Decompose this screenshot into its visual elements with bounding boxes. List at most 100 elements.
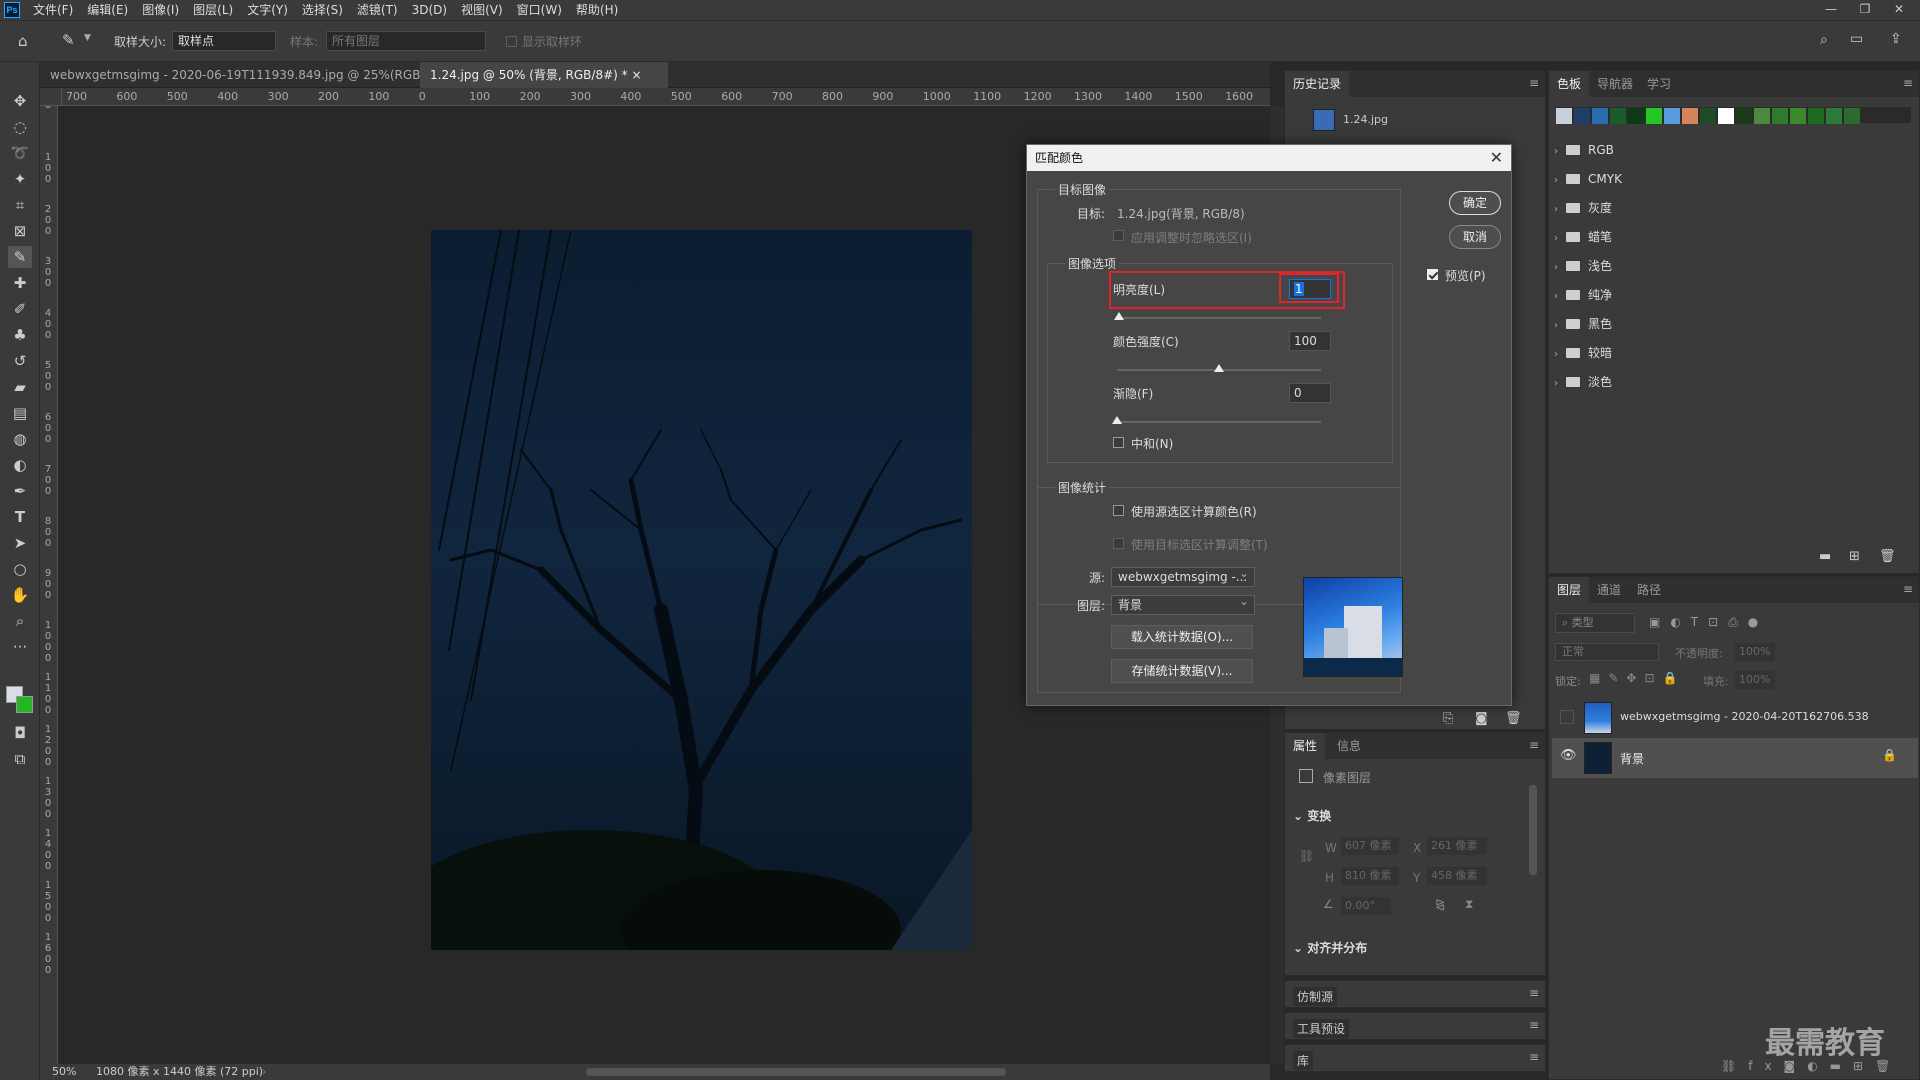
fill-field[interactable]: 100% <box>1735 671 1775 689</box>
color-swatch[interactable] <box>1736 108 1752 124</box>
panel-menu-icon[interactable]: ≡ <box>1529 76 1539 90</box>
tab-swatches[interactable]: 色板 <box>1549 71 1590 97</box>
brush-tool-icon[interactable]: ✐ <box>8 298 32 320</box>
layer-name[interactable]: webwxgetmsgimg - 2020-04-20T162706.538 <box>1620 710 1869 723</box>
chevron-right-icon[interactable]: › <box>1554 262 1558 273</box>
layer-filter-icons[interactable]: ▣◐T⊡⎙● <box>1649 615 1768 630</box>
chevron-right-icon[interactable]: › <box>262 1064 266 1080</box>
zoom-level[interactable]: 50% <box>52 1064 76 1080</box>
type-tool-icon[interactable]: T <box>8 506 32 528</box>
hand-tool-icon[interactable]: ✋ <box>8 584 32 606</box>
menu-item[interactable]: 视图(V) <box>454 0 510 20</box>
color-swatch[interactable] <box>1718 108 1734 124</box>
color-swatch[interactable] <box>1646 108 1662 124</box>
ignore-selection-checkbox[interactable] <box>1113 230 1124 241</box>
color-swatch[interactable] <box>1574 108 1590 124</box>
color-swatch[interactable] <box>1682 108 1698 124</box>
color-swatch[interactable] <box>1556 108 1572 124</box>
document-info[interactable]: 1080 像素 x 1440 像素 (72 ppi) <box>96 1064 263 1080</box>
fade-slider-thumb[interactable] <box>1112 416 1122 424</box>
menu-item[interactable]: 滤镜(T) <box>350 0 405 20</box>
screen-mode-icon[interactable]: ⧉ <box>8 748 32 770</box>
healing-tool-icon[interactable]: ✚ <box>8 272 32 294</box>
layer-row[interactable]: webwxgetmsgimg - 2020-04-20T162706.538 <box>1552 698 1918 738</box>
layer-name[interactable]: 背景 <box>1620 750 1644 767</box>
menu-item[interactable]: 选择(S) <box>295 0 350 20</box>
color-swatch[interactable] <box>1700 108 1716 124</box>
crop-tool-icon[interactable]: ⌗ <box>8 194 32 216</box>
color-swatch[interactable] <box>1592 108 1608 124</box>
close-icon[interactable]: ✕ <box>1490 145 1503 171</box>
path-select-tool-icon[interactable]: ➤ <box>8 532 32 554</box>
swatch-folder[interactable]: › 蜡笔 <box>1554 224 1612 250</box>
panel-menu-icon[interactable]: ≡ <box>1903 582 1913 596</box>
chevron-down-icon[interactable]: ▼ <box>84 33 91 43</box>
tool-presets-panel[interactable]: 工具预设 ≡ <box>1284 1012 1546 1040</box>
chevron-right-icon[interactable]: › <box>1554 320 1558 331</box>
tab-navigator[interactable]: 导航器 <box>1589 71 1641 97</box>
swatch-folder[interactable]: › CMYK <box>1554 166 1622 192</box>
document-image[interactable] <box>431 230 972 950</box>
swatch-folder[interactable]: › RGB <box>1554 137 1614 163</box>
gradient-tool-icon[interactable]: ▤ <box>8 402 32 424</box>
panel-menu-icon[interactable]: ≡ <box>1529 1050 1539 1064</box>
save-statistics-button[interactable]: 存储统计数据(V)... <box>1111 659 1253 683</box>
eyedropper-tool-icon[interactable]: ✎ <box>8 246 32 268</box>
menu-item[interactable]: 图层(L) <box>186 0 240 20</box>
layer-filter-select[interactable]: ⌕ 类型 <box>1555 613 1635 633</box>
color-swatch[interactable] <box>1610 108 1626 124</box>
fade-input[interactable]: 0 <box>1289 383 1331 403</box>
source-select[interactable]: webwxgetmsgimg -... <box>1111 564 1255 587</box>
background-color-swatch[interactable] <box>16 696 33 713</box>
use-source-selection-checkbox[interactable] <box>1113 505 1124 516</box>
link-icon[interactable]: ⛓ <box>1299 849 1314 863</box>
intensity-slider-thumb[interactable] <box>1214 364 1224 372</box>
layer-row-selected[interactable]: 👁 背景 🔒 <box>1552 738 1918 778</box>
new-document-icon[interactable]: ⎘ <box>1443 711 1453 726</box>
move-tool-icon[interactable]: ✥ <box>8 90 32 112</box>
chevron-right-icon[interactable]: › <box>1554 146 1558 157</box>
frame-tool-icon[interactable]: ⊠ <box>8 220 32 242</box>
luminance-slider-thumb[interactable] <box>1114 312 1125 320</box>
trash-icon[interactable]: 🗑 <box>1879 549 1896 564</box>
swatch-folder[interactable]: › 纯净 <box>1554 282 1612 308</box>
x-field[interactable]: 261 像素 <box>1427 837 1487 855</box>
flip-vertical-icon[interactable]: ⧗ <box>1465 897 1473 912</box>
sample-size-select[interactable]: 取样点 <box>172 31 276 51</box>
clone-source-panel[interactable]: 仿制源 ≡ <box>1284 980 1546 1008</box>
panel-menu-icon[interactable]: ≡ <box>1529 986 1539 1000</box>
align-section[interactable]: ⌄ 对齐并分布 <box>1293 939 1367 956</box>
new-group-icon[interactable]: ▬ <box>1819 549 1831 564</box>
search-icon[interactable]: ⌕ <box>1820 32 1828 48</box>
ellipse-tool-icon[interactable]: ○ <box>8 558 32 580</box>
menu-item[interactable]: 文件(F) <box>26 0 80 20</box>
stamp-tool-icon[interactable]: ♣ <box>8 324 32 346</box>
panel-menu-icon[interactable]: ≡ <box>1529 738 1539 752</box>
horizontal-scrollbar[interactable] <box>586 1068 1006 1076</box>
swatch-folder[interactable]: › 淡色 <box>1554 369 1612 395</box>
swatch-folder[interactable]: › 较暗 <box>1554 340 1612 366</box>
history-brush-tool-icon[interactable]: ↺ <box>8 350 32 372</box>
chevron-right-icon[interactable]: › <box>1554 175 1558 186</box>
color-swatch[interactable] <box>1754 108 1770 124</box>
share-icon[interactable]: ⇪ <box>1890 31 1902 47</box>
menu-item[interactable]: 3D(D) <box>405 0 454 20</box>
lasso-tool-icon[interactable]: ➰ <box>8 142 32 164</box>
chevron-right-icon[interactable]: › <box>1554 291 1558 302</box>
close-window-icon[interactable]: ✕ <box>1886 0 1912 18</box>
swatch-folder[interactable]: › 浅色 <box>1554 253 1612 279</box>
tab-properties[interactable]: 属性 <box>1285 733 1326 759</box>
show-ring-checkbox[interactable] <box>506 36 517 47</box>
transform-section[interactable]: ⌄ 变换 <box>1293 807 1331 824</box>
eye-icon[interactable]: 👁 <box>1560 748 1577 763</box>
tab-learn[interactable]: 学习 <box>1639 71 1679 97</box>
swatch-folder[interactable]: › 黑色 <box>1554 311 1612 337</box>
visibility-toggle[interactable] <box>1560 710 1574 724</box>
home-icon[interactable]: ⌂ <box>18 32 28 50</box>
tab-webwxgetmsgimg[interactable]: webwxgetmsgimg - 2020-06-19T111939.849.j… <box>40 62 461 88</box>
sample-select[interactable]: 所有图层 <box>326 31 486 51</box>
tab-1-24-jpg[interactable]: 1.24.jpg @ 50% (背景, RGB/8#) * × <box>420 62 668 88</box>
menu-item[interactable]: 图像(I) <box>135 0 186 20</box>
menu-item[interactable]: 编辑(E) <box>80 0 135 20</box>
properties-scrollbar[interactable] <box>1529 785 1537 875</box>
